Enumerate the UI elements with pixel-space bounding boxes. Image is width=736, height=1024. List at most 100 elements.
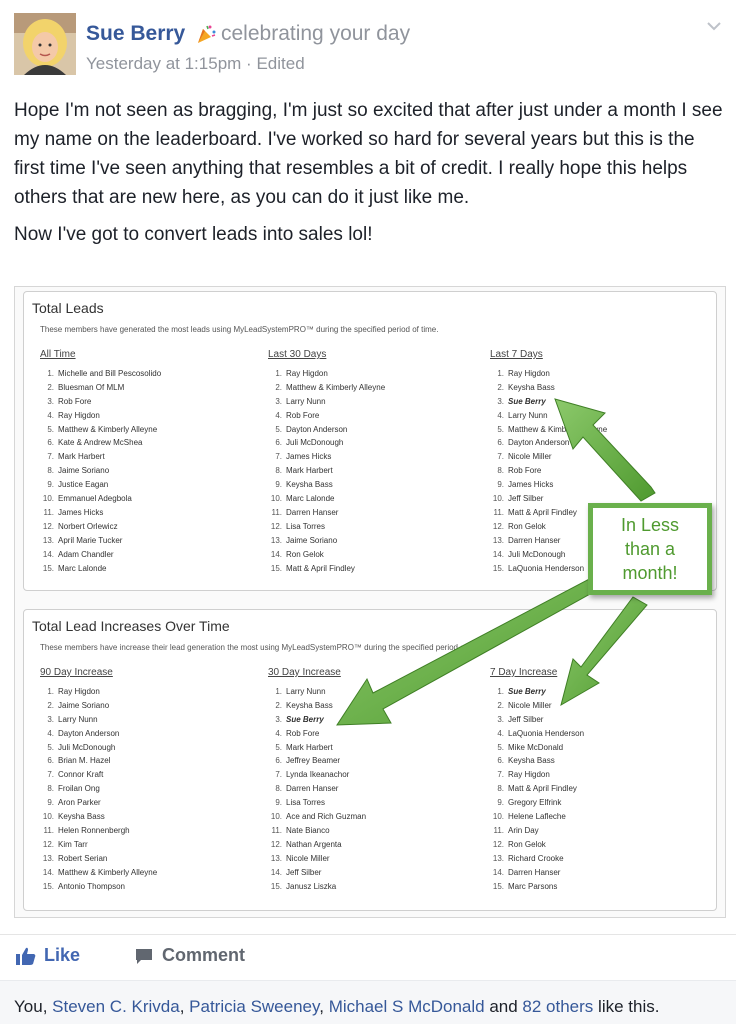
member-name: Nicole Miller bbox=[508, 700, 552, 710]
member-name: April Marie Tucker bbox=[58, 535, 123, 545]
rank-number: 14. bbox=[42, 867, 54, 877]
panel-description: These members have increase their lead g… bbox=[40, 643, 487, 652]
edited-label[interactable]: Edited bbox=[256, 54, 304, 73]
ranking-entry: 10. Emmanuel Adegbola bbox=[40, 492, 161, 506]
rank-number: 6. bbox=[497, 438, 504, 448]
ranking-entry: 4. Ray Higdon bbox=[40, 409, 161, 423]
author-avatar[interactable] bbox=[14, 13, 76, 75]
member-name: Dayton Anderson bbox=[508, 438, 570, 448]
ranking-entry: 2. Keysha Bass bbox=[268, 699, 366, 713]
column-heading: Last 30 Days bbox=[268, 349, 327, 360]
member-name: Marc Lalonde bbox=[58, 563, 107, 573]
like-button[interactable]: Like bbox=[16, 945, 80, 966]
rank-number: 10. bbox=[42, 812, 54, 822]
member-name: Dayton Anderson bbox=[58, 728, 120, 738]
rank-number: 12. bbox=[492, 839, 504, 849]
likes-sep: , bbox=[179, 997, 190, 1016]
rank-number: 11. bbox=[271, 825, 282, 835]
comment-label: Comment bbox=[162, 945, 246, 965]
column-heading: All Time bbox=[40, 349, 76, 360]
member-name: Froilan Ong bbox=[58, 784, 100, 794]
ranking-entry: 6. Juli McDonough bbox=[268, 436, 385, 450]
rank-number: 12. bbox=[42, 839, 54, 849]
liker-link[interactable]: Steven C. Krivda bbox=[52, 997, 180, 1016]
liker-link[interactable]: Patricia Sweeney bbox=[189, 997, 319, 1016]
leaderboard-column: 30 Day Increase 1. Larry Nunn 2. Keysha Bas… bbox=[268, 666, 366, 894]
member-name: Mark Harbert bbox=[286, 742, 333, 752]
member-name: Nicole Miller bbox=[508, 452, 552, 462]
ranking-entry: 4. Rob Fore bbox=[268, 409, 385, 423]
ranking-list: 1. Sue Berry 2. Nicole Miller 3. Jeff Silber 4… bbox=[490, 685, 584, 894]
member-name: Helene Lafleche bbox=[508, 812, 566, 822]
ranking-entry: 12. Ron Gelok bbox=[490, 838, 584, 852]
post-meta: Yesterday at 1:15pm · Edited bbox=[86, 54, 305, 74]
member-name: Jaime Soriano bbox=[286, 535, 338, 545]
ranking-entry: 1. Michelle and Bill Pescosolido bbox=[40, 367, 161, 381]
rank-number: 9. bbox=[497, 480, 504, 490]
thumbs-up-icon bbox=[16, 947, 36, 965]
ranking-entry: 7. Ray Higdon bbox=[490, 768, 584, 782]
comment-icon bbox=[136, 948, 152, 964]
like-label: Like bbox=[44, 945, 81, 965]
ranking-entry: 5. Juli McDonough bbox=[40, 741, 157, 755]
liker-link[interactable]: Michael S McDonald bbox=[329, 997, 485, 1016]
member-name: Norbert Orlewicz bbox=[58, 521, 118, 531]
rank-number: 10. bbox=[492, 494, 504, 504]
rank-number: 1. bbox=[47, 368, 54, 378]
panel-title: Total Leads bbox=[32, 300, 104, 316]
rank-number: 7. bbox=[47, 452, 54, 462]
rank-number: 2. bbox=[47, 382, 54, 392]
member-name: Matt & April Findley bbox=[508, 784, 577, 794]
likes-summary: You, Steven C. Krivda, Patricia Sweeney,… bbox=[0, 980, 736, 1024]
member-name: Keysha Bass bbox=[286, 480, 333, 490]
rank-number: 14. bbox=[492, 549, 504, 559]
member-name: Arin Day bbox=[508, 825, 539, 835]
ranking-entry: 3. Sue Berry bbox=[490, 395, 607, 409]
ranking-entry: 10. Ace and Rich Guzman bbox=[268, 810, 366, 824]
leaderboard-column: 90 Day Increase 1. Ray Higdon 2. Jaime Sori… bbox=[40, 666, 157, 894]
rank-number: 9. bbox=[47, 480, 54, 490]
party-popper-icon bbox=[198, 25, 216, 43]
member-name: Matt & April Findley bbox=[508, 507, 577, 517]
rank-number: 11. bbox=[43, 507, 54, 517]
rank-number: 3. bbox=[497, 396, 504, 406]
rank-number: 13. bbox=[492, 853, 504, 863]
ranking-entry: 5. Matthew & Kimberly Alleyne bbox=[40, 423, 161, 437]
post-timestamp[interactable]: Yesterday at 1:15pm bbox=[86, 54, 241, 73]
ranking-entry: 4. Rob Fore bbox=[268, 727, 366, 741]
member-name: Ace and Rich Guzman bbox=[286, 812, 367, 822]
ranking-entry: 15. Janusz Liszka bbox=[268, 880, 366, 894]
activity: celebrating your day bbox=[195, 22, 410, 46]
rank-number: 1. bbox=[497, 686, 504, 696]
ranking-entry: 6. Brian M. Hazel bbox=[40, 754, 157, 768]
member-name: Connor Kraft bbox=[58, 770, 104, 780]
author-name[interactable]: Sue Berry bbox=[86, 22, 185, 46]
member-name: Helen Ronnenbergh bbox=[58, 825, 130, 835]
member-name: Mark Harbert bbox=[286, 466, 333, 476]
rank-number: 11. bbox=[493, 507, 504, 517]
member-name: Michelle and Bill Pescosolido bbox=[58, 368, 162, 378]
rank-number: 14. bbox=[492, 867, 504, 877]
member-name: Matthew & Kimberly Alleyne bbox=[58, 867, 158, 877]
rank-number: 6. bbox=[47, 756, 54, 766]
ranking-entry: 9. James Hicks bbox=[490, 478, 607, 492]
chevron-down-icon[interactable] bbox=[702, 14, 726, 38]
member-name: Ray Higdon bbox=[58, 686, 100, 696]
member-name: Rob Fore bbox=[58, 396, 92, 406]
rank-number: 5. bbox=[275, 424, 282, 434]
member-name: Aron Parker bbox=[58, 798, 101, 808]
others-link[interactable]: 82 others bbox=[522, 997, 593, 1016]
comment-button[interactable]: Comment bbox=[134, 945, 245, 966]
member-name: Darren Hanser bbox=[286, 507, 339, 517]
ranking-entry: 1. Larry Nunn bbox=[268, 685, 366, 699]
member-name: Jeff Silber bbox=[286, 867, 322, 877]
ranking-entry: 5. Matthew & Kimberly Alleyne bbox=[490, 423, 607, 437]
member-name: Juli McDonough bbox=[58, 742, 116, 752]
ranking-entry: 1. Sue Berry bbox=[490, 685, 584, 699]
rank-number: 2. bbox=[275, 382, 282, 392]
member-name: Bluesman Of MLM bbox=[58, 382, 125, 392]
ranking-entry: 9. Lisa Torres bbox=[268, 796, 366, 810]
rank-number: 8. bbox=[497, 466, 504, 476]
member-name: LaQuonia Henderson bbox=[508, 728, 585, 738]
leaderboard-image[interactable]: Total Leads These members have generated… bbox=[14, 286, 726, 918]
